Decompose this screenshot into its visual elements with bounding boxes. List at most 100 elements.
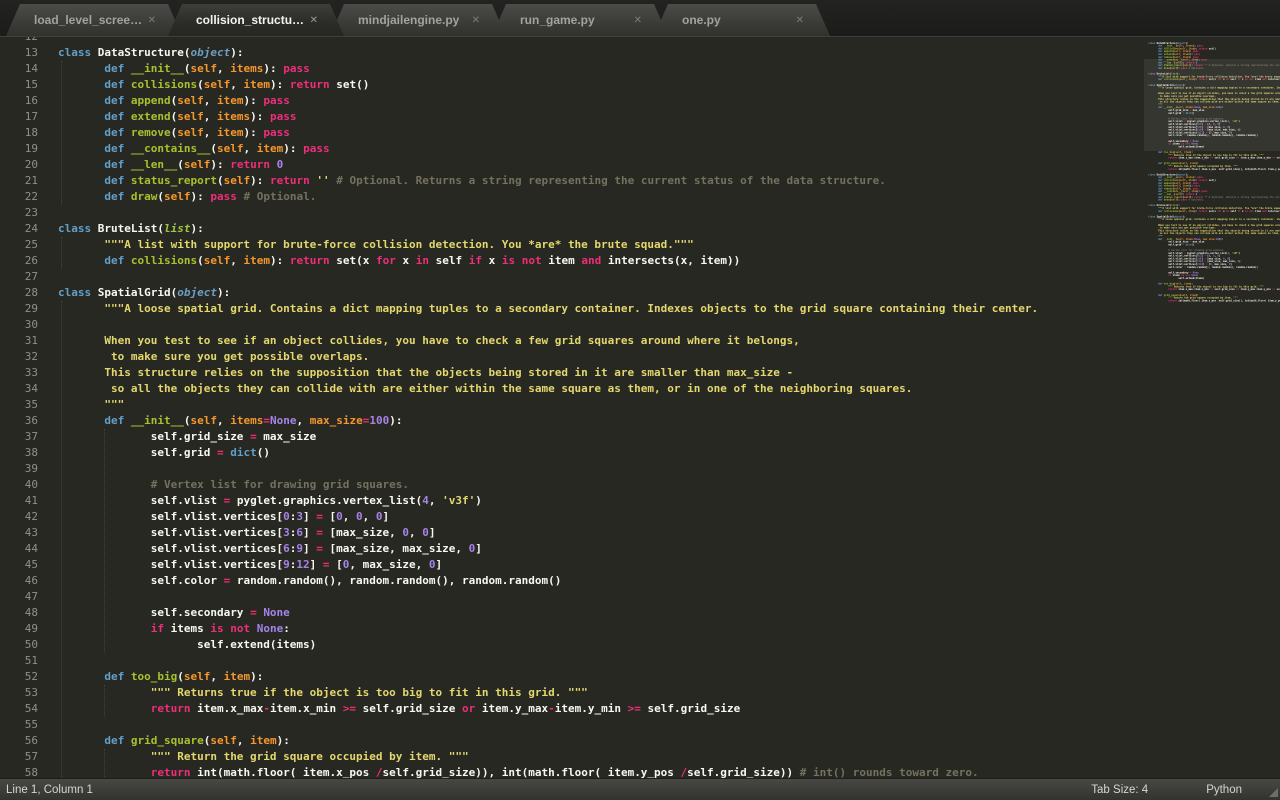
token <box>1148 199 1158 202</box>
minimap-viewport[interactable] <box>1144 59 1280 151</box>
line-number: 27 <box>0 269 38 285</box>
token: None <box>263 606 290 619</box>
code-line[interactable]: 32 to make sure you get possible overlap… <box>0 349 1140 365</box>
code-line[interactable]: 21 def status_report(self): return '' # … <box>0 173 1140 189</box>
code-line[interactable]: 56 def grid_square(self, item): <box>0 733 1140 749</box>
token: int(math.floor( item.x_pos <box>190 766 375 778</box>
code-line[interactable]: 20 def __len__(self): return 0 <box>0 157 1140 173</box>
code-line[interactable]: 31 When you test to see if an object col… <box>0 333 1140 349</box>
close-icon[interactable]: ✕ <box>308 15 320 26</box>
code-line[interactable]: 41 self.vlist = pyglet.graphics.vertex_l… <box>0 493 1140 509</box>
code-line[interactable]: 19 def __contains__(self, item): pass <box>0 141 1140 157</box>
code-line[interactable]: 38 self.grid = dict() <box>0 445 1140 461</box>
token: ): <box>250 110 270 123</box>
token: 100 <box>369 414 389 427</box>
token <box>58 190 104 203</box>
token: def <box>104 190 124 203</box>
code-line[interactable]: 33 This structure relies on the supposit… <box>0 365 1140 381</box>
close-icon[interactable]: ✕ <box>146 15 158 26</box>
token: return <box>290 254 330 267</box>
code-line[interactable]: 30 <box>0 317 1140 333</box>
code-line[interactable]: 36 def __init__(self, items=None, max_si… <box>0 413 1140 429</box>
code-line[interactable]: 45 self.vlist.vertices[9:12] = [0, max_s… <box>0 557 1140 573</box>
code-line[interactable]: 34 so all the objects they can collide w… <box>0 381 1140 397</box>
code-line[interactable]: 17 def extend(self, items): pass <box>0 109 1140 125</box>
editor-pane[interactable]: 1213class DataStructure(object):14 def _… <box>0 37 1280 778</box>
code-line[interactable]: 57 """ Return the grid square occupied b… <box>0 749 1140 765</box>
code-line[interactable]: 26 def collisions(self, item): return se… <box>0 253 1140 269</box>
code-line-text: so all the objects they can collide with… <box>38 381 912 397</box>
line-number: 38 <box>0 445 38 461</box>
code-line[interactable]: 29 """A loose spatial grid. Contains a d… <box>0 301 1140 317</box>
code-line[interactable]: 48 self.secondary = None <box>0 605 1140 621</box>
code-line[interactable]: 18 def remove(self, item): pass <box>0 125 1140 141</box>
token: self.vlist.vertices[ <box>58 510 283 523</box>
code-line[interactable]: 53 """ Returns true if the object is too… <box>0 685 1140 701</box>
code-line-text: class SpatialGrid(object): <box>38 285 230 301</box>
code-line[interactable]: 46 self.color = random.random(), random.… <box>0 573 1140 589</box>
token: x <box>482 254 502 267</box>
token: item.y_max <box>1239 288 1255 291</box>
code-line[interactable]: 27 <box>0 269 1140 285</box>
code-line[interactable]: 40 # Vertex list for drawing grid square… <box>0 477 1140 493</box>
code-line[interactable]: 37 self.grid_size = max_size <box>0 429 1140 445</box>
token: intersects(x, item)) <box>601 254 740 267</box>
code-line[interactable]: 35 """ <box>0 397 1140 413</box>
token: self.vlist.vertices[ <box>58 558 283 571</box>
line-number: 13 <box>0 45 38 61</box>
code-line[interactable]: 47 <box>0 589 1140 605</box>
token: , <box>204 126 217 139</box>
tab-load_level_screen-py[interactable]: load_level_screen.py✕ <box>6 4 182 36</box>
tab-one-py[interactable]: one.py✕ <box>654 4 830 36</box>
code-line[interactable]: 50 self.extend(items) <box>0 637 1140 653</box>
token <box>58 366 104 379</box>
token: set() <box>1207 47 1216 50</box>
code-line[interactable]: 44 self.vlist.vertices[6:9] = [max_size,… <box>0 541 1140 557</box>
close-icon[interactable]: ✕ <box>470 15 482 26</box>
code-line[interactable]: 51 <box>0 653 1140 669</box>
token: """ Return the grid square occupied by i… <box>151 750 469 763</box>
code-line[interactable]: 16 def append(self, item): pass <box>0 93 1140 109</box>
close-icon[interactable]: ✕ <box>794 15 806 26</box>
token <box>58 302 104 315</box>
line-number: 28 <box>0 285 38 301</box>
code-line[interactable]: 12 <box>0 37 1140 45</box>
code-line[interactable]: 28class SpatialGrid(object): <box>0 285 1140 301</box>
code-line[interactable]: 55 <box>0 717 1140 733</box>
code-line[interactable]: 49 if items is not None: <box>0 621 1140 637</box>
tab-size-indicator[interactable]: Tab Size: 4 <box>1091 784 1148 796</box>
tab-collision_structures-py[interactable]: collision_structures.py✕ <box>168 4 344 36</box>
token <box>1148 210 1158 213</box>
code-line[interactable]: 13class DataStructure(object): <box>0 45 1140 61</box>
code-line[interactable]: 39 <box>0 461 1140 477</box>
code-line[interactable]: 14 def __init__(self, items): pass <box>0 61 1140 77</box>
token: 'v3f' <box>442 494 475 507</box>
code-line[interactable]: 25 """A list with support for brute-forc… <box>0 237 1140 253</box>
resize-grip-icon[interactable] <box>1269 788 1278 797</box>
code-line[interactable]: 43 self.vlist.vertices[3:6] = [max_size,… <box>0 525 1140 541</box>
token <box>58 174 104 187</box>
tab-mindjailengine-py[interactable]: mindjailengine.py✕ <box>330 4 506 36</box>
code-line[interactable]: 23 <box>0 205 1140 221</box>
token <box>124 734 131 747</box>
tab-run_game-py[interactable]: run_game.py✕ <box>492 4 668 36</box>
minimap-line: return item.x_max-item.x_min >= self.gri… <box>1148 288 1280 291</box>
token: in <box>416 254 429 267</box>
close-icon[interactable]: ✕ <box>632 15 644 26</box>
code-line[interactable]: 58 return int(math.floor( item.x_pos /se… <box>0 765 1140 778</box>
token <box>58 670 104 683</box>
code-line[interactable]: 22 def draw(self): pass # Optional. <box>0 189 1140 205</box>
minimap[interactable]: class DataStructure(object): def __init_… <box>1144 37 1280 778</box>
code-line[interactable]: 54 return item.x_max-item.x_min >= self.… <box>0 701 1140 717</box>
token: return <box>230 158 270 171</box>
line-number: 57 <box>0 749 38 765</box>
code-line[interactable]: 15 def collisions(self, item): return se… <box>0 77 1140 93</box>
code-line[interactable]: 42 self.vlist.vertices[0:3] = [0, 0, 0] <box>0 509 1140 525</box>
line-number: 21 <box>0 173 38 189</box>
token: , <box>217 62 230 75</box>
code-line[interactable]: 24class BruteList(list): <box>0 221 1140 237</box>
language-indicator[interactable]: Python <box>1206 784 1242 796</box>
token: ) <box>475 494 482 507</box>
code-line[interactable]: 52 def too_big(self, item): <box>0 669 1140 685</box>
line-number: 49 <box>0 621 38 637</box>
